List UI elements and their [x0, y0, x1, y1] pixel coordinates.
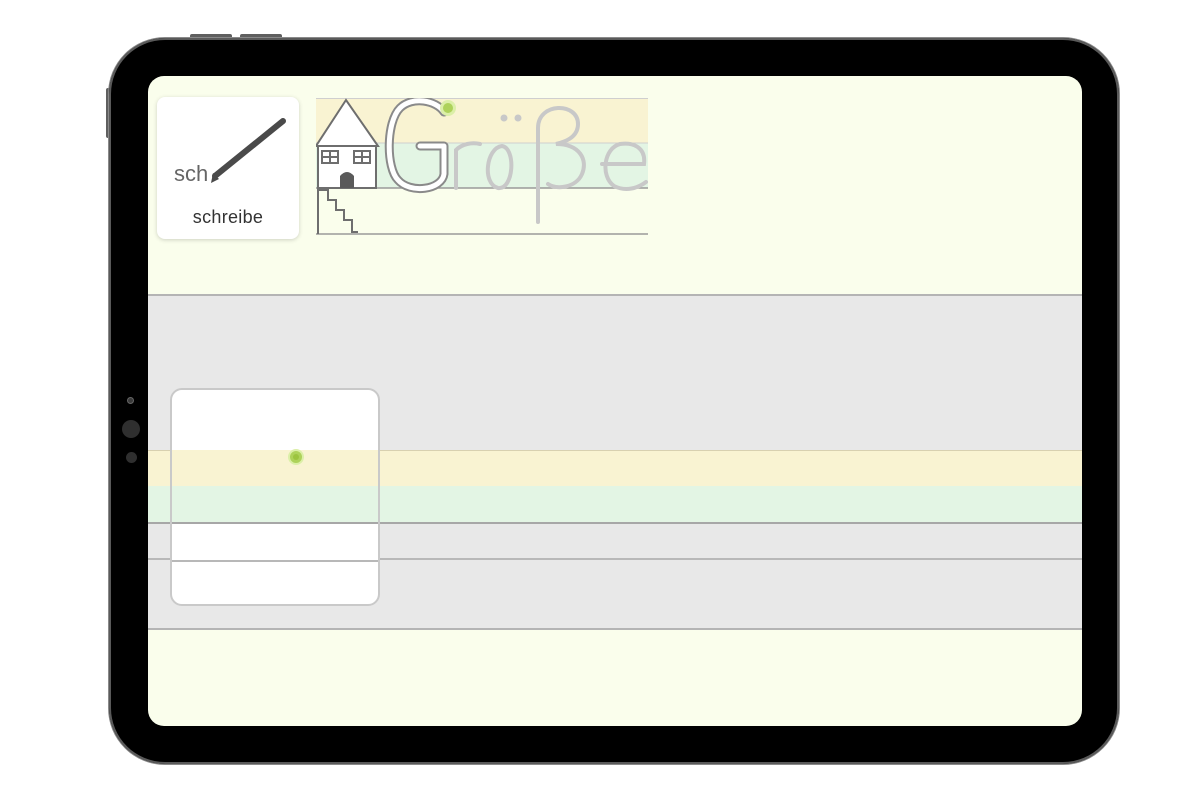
- instruction-card[interactable]: sch schreibe: [157, 97, 299, 239]
- instruction-illustration: sch: [174, 118, 286, 186]
- instruction-label: schreibe: [192, 207, 264, 227]
- camera-lens-icon: [122, 420, 140, 438]
- app-screen: sch schreibe: [148, 76, 1082, 726]
- writing-area[interactable]: [148, 294, 1082, 630]
- start-dot-icon: [440, 100, 456, 116]
- pencil-icon: [211, 118, 286, 183]
- slot-descender-line: [172, 560, 378, 562]
- sensor-icon: [126, 452, 137, 463]
- slot-upper-band: [172, 450, 378, 486]
- camera-icon: [127, 397, 134, 404]
- word-preview: [316, 98, 648, 235]
- letter-tracing-slot[interactable]: [170, 388, 380, 606]
- start-dot-icon[interactable]: [288, 449, 304, 465]
- sound-text: sch: [174, 161, 208, 186]
- slot-middle-band: [172, 486, 378, 524]
